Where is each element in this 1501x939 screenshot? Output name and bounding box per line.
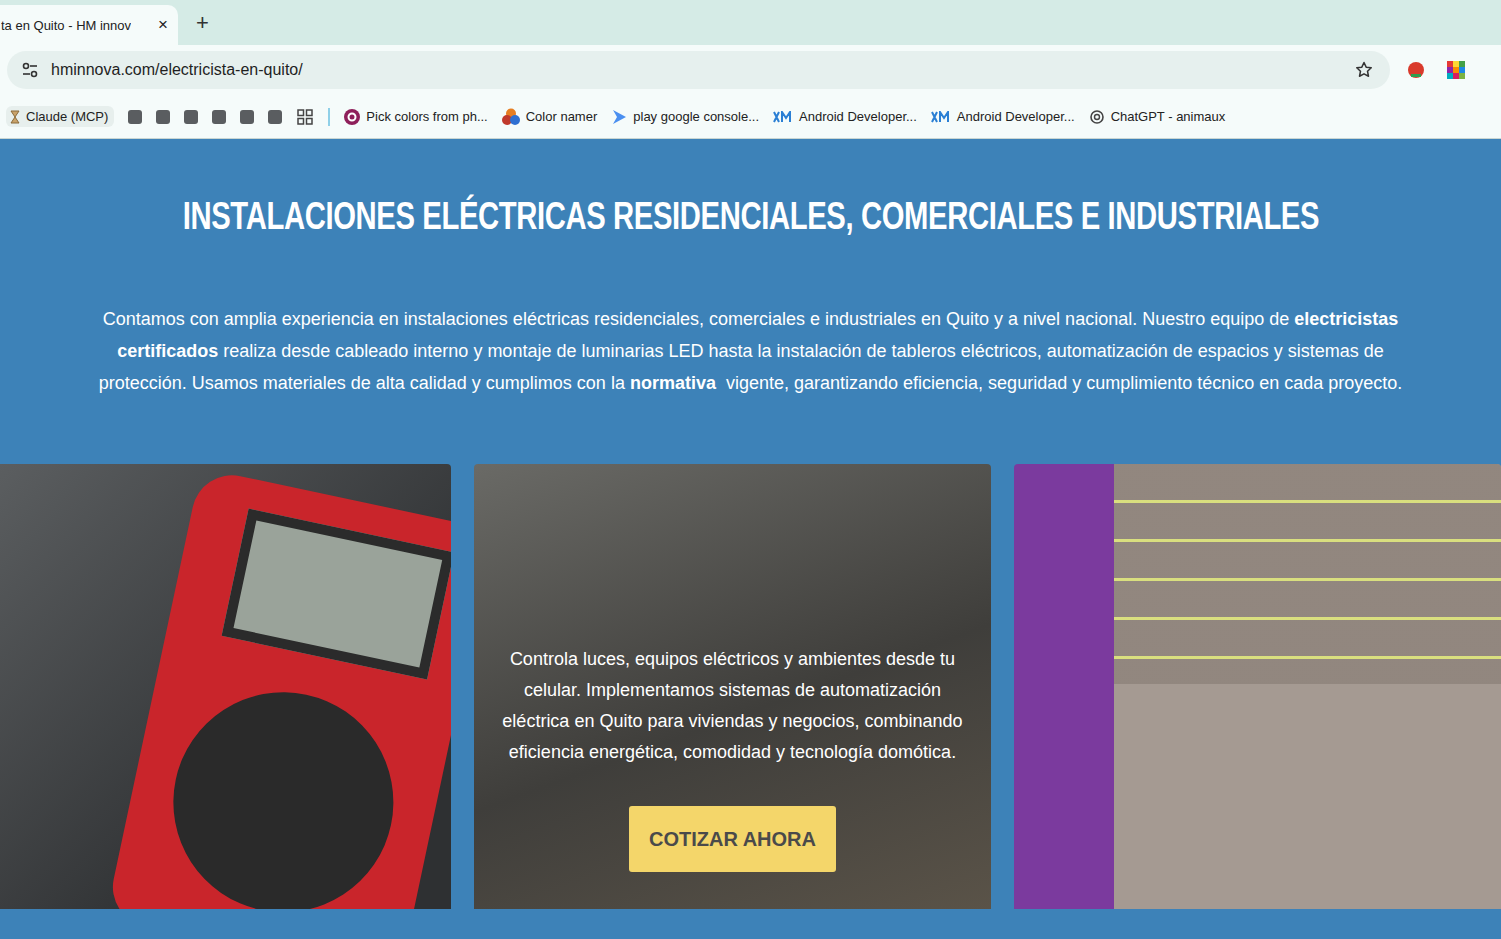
bookmark-item[interactable]: Pick colors from ph... xyxy=(344,109,487,125)
bookmark-item[interactable] xyxy=(184,110,198,124)
bookmark-item[interactable] xyxy=(240,110,254,124)
url-text[interactable]: hminnova.com/electricista-en-quito/ xyxy=(51,61,1342,79)
bookmark-item[interactable]: Claude (MCP) xyxy=(6,106,114,127)
bookmark-square-icon xyxy=(184,110,198,124)
card-overlay: Controla luces, equipos eléctricos y amb… xyxy=(474,464,991,872)
bookmark-square-icon xyxy=(156,110,170,124)
bookmark-item[interactable] xyxy=(212,110,226,124)
extensions xyxy=(1406,60,1466,80)
bookmark-star-icon[interactable] xyxy=(1354,60,1374,80)
bookmark-square-icon xyxy=(240,110,254,124)
bookmark-label: Android Developer... xyxy=(957,109,1075,124)
service-card xyxy=(0,464,451,909)
bookmark-item[interactable] xyxy=(128,110,142,124)
quote-button[interactable]: COTIZAR AHORA xyxy=(629,806,836,872)
color-grid-extension-icon[interactable] xyxy=(1446,60,1466,80)
bookmarks-divider xyxy=(328,108,330,126)
bookmark-item[interactable]: ChatGPT - animaux xyxy=(1089,109,1226,125)
bookmark-label: Color namer xyxy=(526,109,598,124)
color-picker-icon xyxy=(344,109,360,125)
bookmark-label: Claude (MCP) xyxy=(26,109,108,124)
chatgpt-icon xyxy=(1089,109,1105,125)
browser-window: ta en Quito - HM innov × + hminnova.com/… xyxy=(0,0,1501,939)
bookmark-item[interactable] xyxy=(268,110,282,124)
card-text: Controla luces, equipos eléctricos y amb… xyxy=(498,644,967,768)
bookmarks-bar: Claude (MCP) Pick colors from ph... Colo… xyxy=(0,95,1501,139)
page: INSTALACIONES ELÉCTRICAS RESIDENCIALES, … xyxy=(0,139,1501,939)
toolbar: hminnova.com/electricista-en-quito/ xyxy=(0,45,1501,95)
hero-section: INSTALACIONES ELÉCTRICAS RESIDENCIALES, … xyxy=(0,139,1501,464)
bookmark-label: ChatGPT - animaux xyxy=(1111,109,1226,124)
hourglass-icon xyxy=(10,110,20,124)
xm-logo-icon xyxy=(773,111,793,123)
bookmark-item[interactable] xyxy=(156,110,170,124)
service-card xyxy=(1014,464,1501,909)
play-console-icon xyxy=(611,109,627,125)
bookmark-square-icon xyxy=(128,110,142,124)
bookmark-item[interactable]: play google console... xyxy=(611,109,759,125)
bookmark-item[interactable]: Android Developer... xyxy=(773,109,917,124)
multimeter-photo xyxy=(105,468,451,909)
xm-logo-icon xyxy=(931,111,951,123)
tab-title: ta en Quito - HM innov xyxy=(1,18,131,33)
eco-extension-icon[interactable] xyxy=(1406,60,1426,80)
page-heading: INSTALACIONES ELÉCTRICAS RESIDENCIALES, … xyxy=(182,193,1318,239)
site-info-icon[interactable] xyxy=(21,61,39,79)
tab-strip: ta en Quito - HM innov × + xyxy=(0,0,1501,45)
apps-grid-icon xyxy=(296,108,314,126)
bookmark-square-icon xyxy=(268,110,282,124)
color-namer-icon xyxy=(502,108,520,126)
intro-paragraph: Contamos con amplia experiencia en insta… xyxy=(91,303,1411,399)
service-cards: Controla luces, equipos eléctricos y amb… xyxy=(0,464,1501,909)
bookmark-square-icon xyxy=(212,110,226,124)
bookmark-item[interactable]: Color namer xyxy=(502,108,598,126)
bookmark-label: Pick colors from ph... xyxy=(366,109,487,124)
browser-tab[interactable]: ta en Quito - HM innov × xyxy=(0,5,178,45)
led-ceiling-photo xyxy=(1114,464,1501,684)
bookmark-item[interactable]: Android Developer... xyxy=(931,109,1075,124)
bookmark-item[interactable] xyxy=(296,108,314,126)
new-tab-button[interactable]: + xyxy=(196,10,209,36)
service-card: Controla luces, equipos eléctricos y amb… xyxy=(474,464,991,909)
intro-emphasis: normativa xyxy=(630,373,716,393)
bookmark-label: Android Developer... xyxy=(799,109,917,124)
bookmark-label: play google console... xyxy=(633,109,759,124)
address-bar[interactable]: hminnova.com/electricista-en-quito/ xyxy=(7,51,1390,89)
tab-close-button[interactable]: × xyxy=(158,15,168,35)
